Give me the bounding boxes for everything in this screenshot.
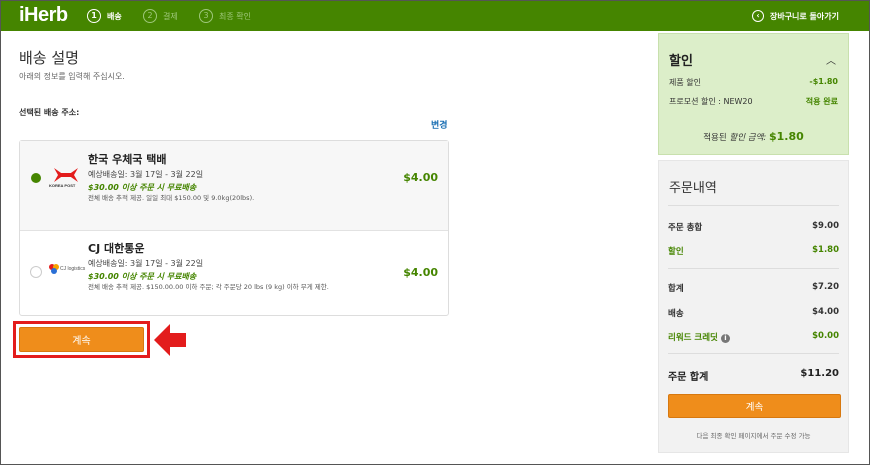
row-value: $7.20 (812, 282, 839, 292)
row-value: $9.00 (812, 221, 839, 231)
shipping-name: 한국 우체국 택배 (88, 153, 167, 166)
shipping-price: $4.00 (403, 266, 438, 279)
discount-row: 할인 $1.80 (668, 245, 839, 257)
shipping-price: $4.00 (403, 171, 438, 184)
grand-total-row: 주문 합계 $11.20 (668, 368, 839, 383)
chevron-up-icon[interactable]: ︿ (826, 52, 836, 67)
row-label: 합계 (668, 284, 684, 294)
step-payment: 2 결제 (143, 9, 178, 23)
row-label: 배송 (668, 309, 684, 319)
product-discount-row: 제품 할인 -$1.80 (669, 77, 838, 88)
info-icon[interactable]: i (720, 334, 730, 343)
shipping-tracking-note: 전체 배송 추적 제공. 일일 최대 $150.00 및 9.0kg(20lbs… (88, 194, 255, 202)
radio-selected[interactable] (31, 173, 41, 183)
edit-order-note: 다음 최종 확인 페이지에서 주문 수정 가능 (696, 432, 811, 440)
summary-title: 주문내역 (669, 181, 717, 196)
top-header: iHerb 1 배송 2 결제 3 최종 확인 ‹ 장바구니로 돌아가기 (1, 1, 869, 31)
subtotal-row: 합계 $7.20 (668, 282, 839, 294)
discount-total-prefix: 적용된 (703, 133, 730, 143)
page-subtitle: 아래의 정보를 입력해 주십시오. (19, 72, 125, 81)
shipping-option-korea-post[interactable]: KOREA POST 한국 우체국 택배 예상배송일: 3월 17일 - 3월 … (20, 141, 448, 231)
row-label: 제품 할인 (669, 78, 701, 87)
shipping-name: CJ 대한통운 (88, 242, 145, 255)
summary-continue-button[interactable]: 계속 (668, 394, 841, 418)
korea-post-logo-text: KOREA POST (49, 183, 76, 188)
row-label: 리워드 크레딧 (668, 333, 718, 343)
row-label: 할인 (668, 247, 684, 257)
iherb-logo[interactable]: iHerb (19, 4, 68, 27)
discount-total: 적용된 할인 금액: $1.80 (659, 130, 848, 143)
radio-unselected[interactable] (30, 266, 42, 278)
continue-button[interactable]: 계속 (19, 327, 144, 352)
discount-panel: 할인 ︿ 제품 할인 -$1.80 프로모션 할인 : NEW20 적용 완료 … (658, 33, 849, 155)
grand-total-label: 주문 합계 (668, 372, 709, 383)
divider (668, 268, 839, 269)
step-shipping: 1 배송 (87, 9, 122, 23)
row-label: 주문 총합 (668, 223, 703, 233)
shipping-date: 예상배송일: 3월 17일 - 3월 22일 (88, 259, 204, 268)
step-number: 1 (87, 9, 101, 23)
step-number: 2 (143, 9, 157, 23)
back-to-cart-label: 장바구니로 돌아가기 (769, 11, 839, 21)
discount-total-amount: $1.80 (768, 130, 804, 143)
free-shipping-note: $30.00 이상 주문 시 무료배송 (88, 272, 197, 281)
free-shipping-note: $30.00 이상 주문 시 무료배송 (88, 183, 197, 192)
step-final-review: 3 최종 확인 (199, 9, 251, 23)
row-label: 프로모션 할인 : NEW20 (669, 97, 753, 106)
page-title: 배송 설명 (19, 49, 79, 67)
row-value: $0.00 (812, 331, 839, 341)
cj-logo (49, 264, 59, 274)
step-label: 배송 (107, 11, 122, 21)
divider (668, 205, 839, 206)
arrow-left-icon (154, 324, 186, 356)
change-address-link[interactable]: 변경 (431, 118, 448, 131)
cj-logo-text: CJ logistics (60, 266, 86, 272)
reward-credit-row: 리워드 크레딧 i $0.00 (668, 331, 839, 343)
discount-total-label: 할인 금액: (729, 133, 767, 143)
chevron-left-icon: ‹ (751, 10, 764, 22)
step-label: 최종 확인 (219, 11, 251, 21)
discount-title: 할인 (669, 54, 693, 69)
selected-address-label: 선택된 배송 주소: (19, 108, 80, 117)
row-value: -$1.80 (809, 77, 838, 86)
row-value: $4.00 (812, 307, 839, 317)
order-summary-panel: 주문내역 주문 총합 $9.00 할인 $1.80 합계 $7.20 배송 $4… (658, 160, 849, 453)
back-to-cart-link[interactable]: ‹ 장바구니로 돌아가기 (751, 10, 839, 22)
shipping-row: 배송 $4.00 (668, 307, 839, 319)
shipping-option-cj[interactable]: CJ logistics CJ 대한통운 예상배송일: 3월 17일 - 3월 … (20, 231, 448, 316)
shipping-date: 예상배송일: 3월 17일 - 3월 22일 (88, 170, 204, 179)
row-value: $1.80 (812, 245, 839, 255)
order-total-row: 주문 총합 $9.00 (668, 221, 839, 233)
divider (668, 353, 839, 354)
shipping-options: KOREA POST 한국 우체국 택배 예상배송일: 3월 17일 - 3월 … (19, 140, 449, 316)
step-number: 3 (199, 9, 213, 23)
row-value: 적용 완료 (805, 97, 838, 106)
promo-discount-row: 프로모션 할인 : NEW20 적용 완료 (669, 96, 838, 107)
step-label: 결제 (163, 11, 178, 21)
shipping-tracking-note: 전체 배송 추적 제공. $150.00.00 이하 주문; 각 주문당 20 … (88, 283, 329, 291)
grand-total-value: $11.20 (800, 368, 839, 379)
